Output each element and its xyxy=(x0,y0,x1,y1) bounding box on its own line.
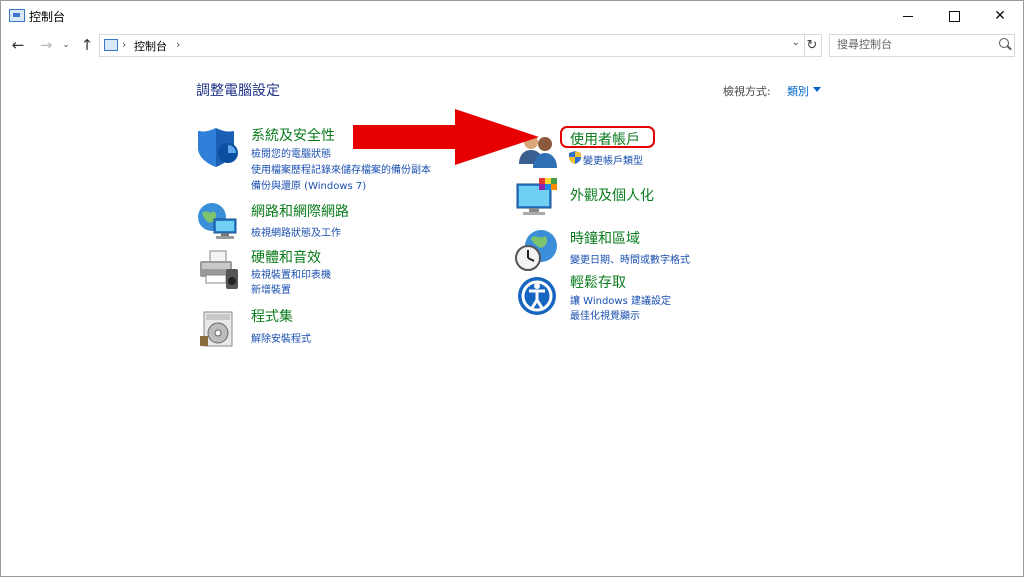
control-panel-window: 控制台 ✕ ← → ⌄ ↑ › 控制台 › ⌄ ↻ 調整電腦設定 檢視方式: 類… xyxy=(0,0,1024,577)
category-title-appearance[interactable]: 外觀及個人化 xyxy=(570,185,654,205)
up-button[interactable]: ↑ xyxy=(77,35,97,55)
link-add-device[interactable]: 新增裝置 xyxy=(251,281,291,296)
control-panel-location-icon xyxy=(104,39,118,51)
category-hardware-sound: 硬體和音效 檢視裝置和印表機 新增裝置 xyxy=(196,247,446,297)
minimize-icon xyxy=(903,15,913,17)
close-button[interactable]: ✕ xyxy=(977,1,1023,31)
link-optimize-visual-display[interactable]: 最佳化視覺顯示 xyxy=(570,307,640,322)
monitor-palette-icon[interactable] xyxy=(515,178,559,222)
minimize-button[interactable] xyxy=(885,1,931,31)
category-network-internet: 網路和網際網路 檢視網路狀態及工作 xyxy=(196,201,446,245)
control-panel-app-icon xyxy=(9,9,25,22)
link-backup-restore[interactable]: 備份與還原 (Windows 7) xyxy=(251,177,366,192)
page-title: 調整電腦設定 xyxy=(196,83,280,99)
link-review-computer-status[interactable]: 檢閱您的電腦狀態 xyxy=(251,145,331,160)
address-bar[interactable]: › 控制台 › ⌄ xyxy=(99,34,805,57)
window-title: 控制台 xyxy=(29,10,66,24)
category-programs: 程式集 解除安裝程式 xyxy=(196,306,446,350)
category-title-network-internet[interactable]: 網路和網際網路 xyxy=(251,201,349,221)
category-title-ease-of-access[interactable]: 輕鬆存取 xyxy=(570,272,626,292)
user-accounts-highlight xyxy=(560,126,655,148)
forward-button[interactable]: → xyxy=(36,35,56,55)
recent-locations-button[interactable]: ⌄ xyxy=(59,35,73,55)
view-by-label: 檢視方式: xyxy=(723,85,771,98)
view-by-dropdown[interactable]: 類別 xyxy=(787,83,809,99)
view-by-dropdown-icon[interactable] xyxy=(813,87,821,92)
search-icon[interactable] xyxy=(999,38,1009,48)
accessibility-icon[interactable] xyxy=(515,272,559,316)
breadcrumb-control-panel[interactable]: 控制台 xyxy=(134,38,167,54)
link-change-account-type[interactable]: 變更帳戶類型 xyxy=(583,152,643,167)
link-uninstall-program[interactable]: 解除安裝程式 xyxy=(251,330,311,345)
search-input[interactable] xyxy=(830,35,987,54)
network-globe-icon[interactable] xyxy=(196,201,240,245)
link-view-network-status[interactable]: 檢視網路狀態及工作 xyxy=(251,224,341,239)
programs-disc-icon[interactable] xyxy=(196,306,240,350)
address-dropdown-icon[interactable]: ⌄ xyxy=(792,37,800,48)
back-button[interactable]: ← xyxy=(8,35,28,55)
shield-icon[interactable] xyxy=(196,125,240,169)
category-title-system-security[interactable]: 系統及安全性 xyxy=(251,125,335,145)
link-let-windows-suggest[interactable]: 讓 Windows 建議設定 xyxy=(570,292,671,307)
title-bar: 控制台 ✕ xyxy=(1,1,1023,31)
navigation-bar: ← → ⌄ ↑ › 控制台 › ⌄ ↻ xyxy=(1,31,1023,59)
close-icon: ✕ xyxy=(994,8,1006,24)
category-title-hardware-sound[interactable]: 硬體和音效 xyxy=(251,247,321,267)
category-ease-of-access: 輕鬆存取 讓 Windows 建議設定 最佳化視覺顯示 xyxy=(515,272,755,322)
category-appearance: 外觀及個人化 xyxy=(515,178,735,222)
red-arrow-annotation-icon xyxy=(353,109,539,165)
breadcrumb-separator-icon[interactable]: › xyxy=(176,38,180,51)
breadcrumb-separator-icon[interactable]: › xyxy=(122,38,126,51)
maximize-button[interactable] xyxy=(931,1,977,31)
uac-shield-icon xyxy=(569,151,581,164)
category-title-clock-region[interactable]: 時鐘和區域 xyxy=(570,228,640,248)
link-change-date-time-format[interactable]: 變更日期、時間或數字格式 xyxy=(570,251,690,266)
clock-globe-icon[interactable] xyxy=(515,228,559,272)
maximize-icon xyxy=(948,10,960,22)
category-clock-region: 時鐘和區域 變更日期、時間或數字格式 xyxy=(515,228,755,272)
search-box[interactable] xyxy=(829,34,1015,57)
printer-speaker-icon[interactable] xyxy=(196,247,240,291)
refresh-button[interactable]: ↻ xyxy=(803,34,822,57)
link-view-devices-printers[interactable]: 檢視裝置和印表機 xyxy=(251,266,331,281)
category-title-programs[interactable]: 程式集 xyxy=(251,306,293,326)
